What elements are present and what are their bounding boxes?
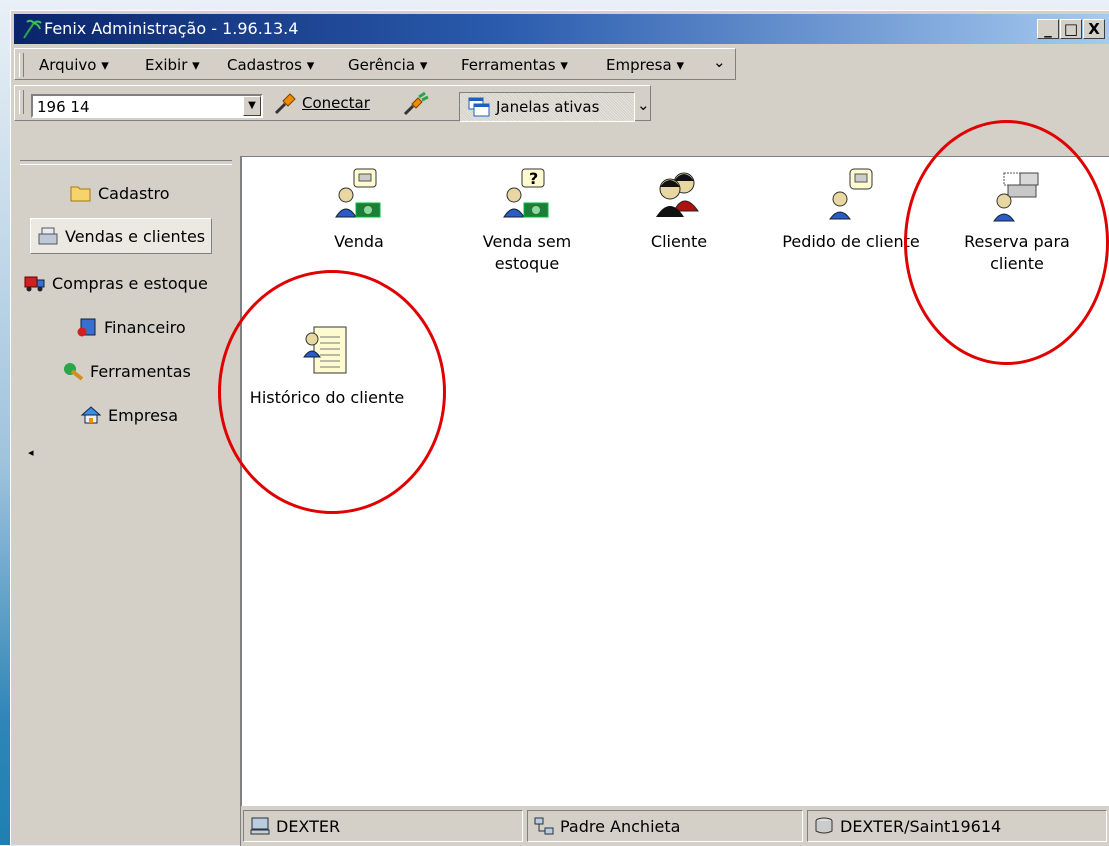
sidebar-item-ferramentas[interactable]: Ferramentas	[62, 354, 191, 388]
sidebar-item-label: Empresa	[108, 405, 179, 425]
menu-grip[interactable]	[19, 53, 24, 77]
computer-icon	[250, 817, 270, 835]
status-database: DEXTER/Saint19614	[807, 810, 1107, 842]
menu-overflow-chevron[interactable]: ⌄	[713, 53, 726, 71]
menu-gerencia[interactable]: Gerência ▾	[348, 56, 427, 74]
menu-band: Arquivo ▾ Exibir ▾ Cadastros ▾ Gerência …	[14, 48, 736, 80]
cash-register-icon	[38, 227, 58, 245]
menu-bar: Arquivo ▾ Exibir ▾ Cadastros ▾ Gerência …	[14, 48, 1109, 80]
menu-exibir[interactable]: Exibir ▾	[145, 56, 200, 74]
menu-empresa[interactable]: Empresa ▾	[606, 56, 684, 74]
application-window: Fenix Administração - 1.96.13.4 _ □ X Ar…	[10, 10, 1109, 846]
connection-value: 196 14	[37, 98, 90, 116]
sale-icon	[335, 168, 381, 218]
connection-combobox[interactable]: 196 14 ▼	[31, 94, 263, 118]
sidebar-item-financeiro[interactable]: Financeiro	[76, 310, 186, 344]
sidebar-item-label: Compras e estoque	[52, 273, 208, 293]
status-branch-text: Padre Anchieta	[560, 816, 681, 836]
tile-venda-sem-estoque[interactable]: ? Venda sem estoque	[442, 167, 612, 275]
tile-label: Venda	[334, 232, 384, 251]
disconnect-plug-icon[interactable]	[403, 92, 429, 116]
sidebar-item-vendas-e-clientes[interactable]: Vendas e clientes	[30, 218, 213, 254]
tile-label: Cliente	[650, 232, 708, 251]
window-title: Fenix Administração - 1.96.13.4	[44, 19, 299, 38]
database-icon	[815, 817, 833, 834]
truck-icon	[24, 276, 45, 292]
active-windows-label: Janelas ativas	[496, 98, 600, 116]
status-computer: DEXTER	[243, 810, 523, 842]
combo-dropdown-button[interactable]: ▼	[243, 96, 261, 116]
home-icon	[80, 406, 102, 424]
sidebar-item-label: Vendas e clientes	[65, 226, 206, 246]
annotation-circle-reserva	[904, 120, 1109, 365]
toolbar-overflow-chevron[interactable]: ⌄	[637, 96, 650, 114]
sidebar-scroll-left[interactable]: ◂	[28, 446, 34, 459]
tile-venda[interactable]: Venda	[274, 167, 444, 253]
sidebar-separator	[20, 160, 232, 165]
toolbar-grip[interactable]	[19, 90, 24, 114]
finance-icon	[77, 318, 96, 337]
sidebar-item-label: Cadastro	[98, 183, 170, 203]
sidebar-item-cadastro[interactable]: Cadastro	[70, 176, 170, 210]
sidebar: Cadastro Vendas e clientes Compras e est…	[14, 156, 241, 846]
status-bar: DEXTER Padre Anchieta DEXTER/Saint19614	[241, 806, 1109, 846]
status-computer-text: DEXTER	[276, 816, 341, 836]
maximize-button[interactable]: □	[1060, 19, 1082, 39]
status-database-text: DEXTER/Saint19614	[840, 816, 1002, 836]
sidebar-item-empresa[interactable]: Empresa	[80, 398, 178, 432]
connect-plug-icon	[274, 93, 296, 115]
menu-ferramentas[interactable]: Ferramentas ▾	[461, 56, 568, 74]
client-icon	[656, 172, 699, 217]
minimize-button[interactable]: _	[1037, 19, 1059, 39]
svg-text:?: ?	[529, 169, 538, 188]
windows-stack-icon	[468, 97, 490, 117]
network-icon	[534, 817, 554, 835]
menu-arquivo[interactable]: Arquivo ▾	[39, 56, 109, 74]
tile-label: Pedido de cliente	[782, 232, 920, 251]
tile-cliente[interactable]: Cliente	[594, 167, 764, 253]
client-order-icon	[829, 168, 873, 220]
title-bar[interactable]: Fenix Administração - 1.96.13.4 _ □ X	[14, 14, 1109, 44]
active-windows-button[interactable]: Janelas ativas	[459, 92, 635, 122]
sidebar-item-compras-e-estoque[interactable]: Compras e estoque	[24, 266, 208, 300]
palm-tree-icon	[23, 19, 42, 39]
toolbar-band: 196 14 ▼ Conectar Janelas ativas ⌄	[14, 85, 651, 122]
close-button[interactable]: X	[1083, 19, 1105, 39]
sidebar-item-label: Financeiro	[104, 317, 186, 337]
tools-icon	[64, 363, 84, 381]
toolbar: 196 14 ▼ Conectar Janelas ativas ⌄	[14, 82, 1109, 122]
folder-icon	[70, 186, 91, 202]
menu-cadastros[interactable]: Cadastros ▾	[227, 56, 314, 74]
sale-no-stock-icon: ?	[503, 168, 549, 218]
connect-button[interactable]: Conectar	[302, 94, 370, 112]
annotation-circle-historico	[218, 270, 446, 514]
tile-label: Venda sem estoque	[482, 232, 572, 273]
status-branch: Padre Anchieta	[527, 810, 803, 842]
sidebar-item-label: Ferramentas	[90, 361, 191, 381]
